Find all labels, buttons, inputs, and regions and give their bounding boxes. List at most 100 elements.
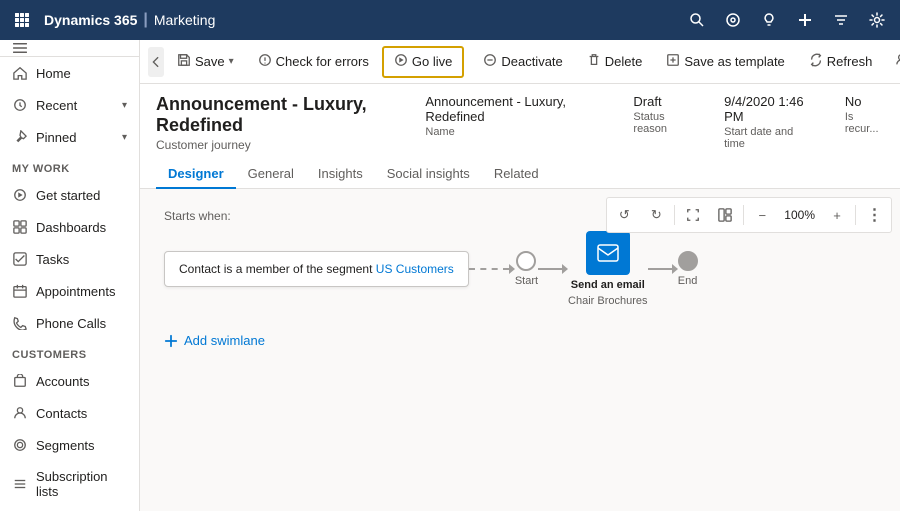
go-live-button[interactable]: Go live	[382, 46, 464, 78]
record-field-start-date: 9/4/2020 1:46 PM Start date and time	[724, 94, 813, 150]
assign-icon	[896, 53, 900, 70]
main-content: Save ▾ Check for errors	[140, 40, 900, 511]
refresh-icon	[809, 53, 823, 70]
search-icon[interactable]	[682, 5, 712, 35]
waffle-menu-icon[interactable]	[8, 6, 36, 34]
canvas-divider-1	[674, 205, 675, 225]
deactivate-icon	[483, 53, 497, 70]
journey-flow: Contact is a member of the segment US Cu…	[164, 231, 876, 307]
recent-caret-icon: ▾	[122, 100, 127, 111]
filter-icon[interactable]	[826, 5, 856, 35]
sidebar-item-appointments[interactable]: Appointments	[0, 275, 139, 307]
appointments-icon	[12, 283, 28, 299]
check-errors-button[interactable]: Check for errors	[247, 46, 380, 78]
add-swimlane-button[interactable]: Add swimlane	[164, 323, 876, 358]
app-name: Dynamics 365 | Marketing	[44, 11, 215, 29]
tab-related[interactable]: Related	[482, 160, 551, 189]
sidebar-hamburger[interactable]	[0, 40, 139, 57]
redo-button[interactable]: ↻	[642, 201, 670, 229]
record-field-status: Draft Status reason	[633, 94, 692, 150]
segment-link[interactable]: US Customers	[376, 262, 454, 276]
sidebar-item-tasks[interactable]: Tasks	[0, 243, 139, 275]
sidebar-item-contacts[interactable]: Contacts	[0, 397, 139, 429]
end-circle	[678, 251, 698, 271]
zoom-in-button[interactable]: +	[823, 201, 851, 229]
back-button[interactable]	[148, 47, 164, 77]
toolbar: Save ▾ Check for errors	[140, 40, 900, 84]
canvas-divider-3	[855, 205, 856, 225]
save-as-template-icon	[666, 53, 680, 70]
settings-circle-icon[interactable]	[718, 5, 748, 35]
sidebar: Home Recent ▾ Pi	[0, 40, 140, 511]
assign-button[interactable]: Assign	[885, 46, 900, 78]
sidebar-item-recent[interactable]: Recent ▾	[0, 89, 139, 121]
go-live-icon	[394, 53, 408, 70]
top-nav-icons	[682, 5, 892, 35]
sidebar-item-pinned[interactable]: Pinned ▾	[0, 121, 139, 153]
gear-icon[interactable]	[862, 5, 892, 35]
contacts-icon	[12, 405, 28, 421]
record-title: Announcement - Luxury, Redefined	[156, 94, 425, 136]
record-type: Customer journey	[156, 138, 425, 152]
plus-icon[interactable]	[790, 5, 820, 35]
customers-section-header: Customers	[0, 339, 139, 365]
phone-icon	[12, 315, 28, 331]
tab-social-insights[interactable]: Social insights	[375, 160, 482, 189]
segment-condition-box: Contact is a member of the segment US Cu…	[164, 251, 469, 287]
sidebar-item-phone-calls[interactable]: Phone Calls	[0, 307, 139, 339]
pin-icon	[12, 129, 28, 145]
connector-to-start	[469, 264, 515, 274]
recent-icon	[12, 97, 28, 113]
check-errors-icon	[258, 53, 272, 70]
canvas-area[interactable]: ↺ ↻ − 100% +	[140, 189, 900, 511]
sidebar-item-get-started[interactable]: Get started	[0, 179, 139, 211]
deactivate-button[interactable]: Deactivate	[472, 46, 573, 78]
segments-icon	[12, 437, 28, 453]
subscription-lists-icon	[12, 476, 28, 492]
email-node[interactable]: Send an email Chair Brochures	[568, 231, 647, 307]
more-canvas-button[interactable]: ⋮	[860, 201, 888, 229]
main-layout: Home Recent ▾ Pi	[0, 40, 900, 511]
tab-general[interactable]: General	[236, 160, 306, 189]
zoom-out-button[interactable]: −	[748, 201, 776, 229]
save-dropdown-icon[interactable]: ▾	[229, 56, 234, 67]
accounts-icon	[12, 373, 28, 389]
connector-to-end	[648, 264, 678, 274]
sidebar-item-dashboards[interactable]: Dashboards	[0, 211, 139, 243]
tab-designer[interactable]: Designer	[156, 160, 236, 189]
lightbulb-icon[interactable]	[754, 5, 784, 35]
record-field-recur: No Is recur...	[845, 94, 884, 150]
connector-to-email	[538, 264, 568, 274]
sidebar-item-segments[interactable]: Segments	[0, 429, 139, 461]
record-fields: Announcement - Luxury, Redefined Name Dr…	[425, 94, 884, 150]
record-tabs: Designer General Insights Social insight…	[156, 160, 884, 188]
dashboards-icon	[12, 219, 28, 235]
start-circle	[516, 251, 536, 271]
top-navigation: Dynamics 365 | Marketing	[0, 0, 900, 40]
zoom-level: 100%	[780, 208, 819, 222]
save-as-template-button[interactable]: Save as template	[655, 46, 795, 78]
sidebar-item-home[interactable]: Home	[0, 57, 139, 89]
canvas-toolbar: ↺ ↻ − 100% +	[606, 197, 892, 233]
undo-button[interactable]: ↺	[610, 201, 638, 229]
email-icon-box	[586, 231, 630, 275]
end-node: End	[678, 251, 698, 287]
canvas-divider-2	[743, 205, 744, 225]
marketing-execution-section-header: Marketing execution	[0, 507, 139, 511]
tab-insights[interactable]: Insights	[306, 160, 375, 189]
save-icon	[177, 53, 191, 70]
delete-button[interactable]: Delete	[576, 46, 654, 78]
record-header: Announcement - Luxury, Redefined Custome…	[140, 84, 900, 189]
home-icon	[12, 65, 28, 81]
sidebar-item-subscription-lists[interactable]: Subscription lists	[0, 461, 139, 507]
tasks-icon	[12, 251, 28, 267]
sidebar-item-accounts[interactable]: Accounts	[0, 365, 139, 397]
fit-view-button[interactable]	[679, 201, 707, 229]
get-started-icon	[12, 187, 28, 203]
delete-icon	[587, 53, 601, 70]
pinned-caret-icon: ▾	[122, 132, 127, 143]
layout-button[interactable]	[711, 201, 739, 229]
save-button[interactable]: Save ▾	[166, 46, 245, 78]
refresh-button[interactable]: Refresh	[798, 46, 884, 78]
my-work-section-header: My Work	[0, 153, 139, 179]
